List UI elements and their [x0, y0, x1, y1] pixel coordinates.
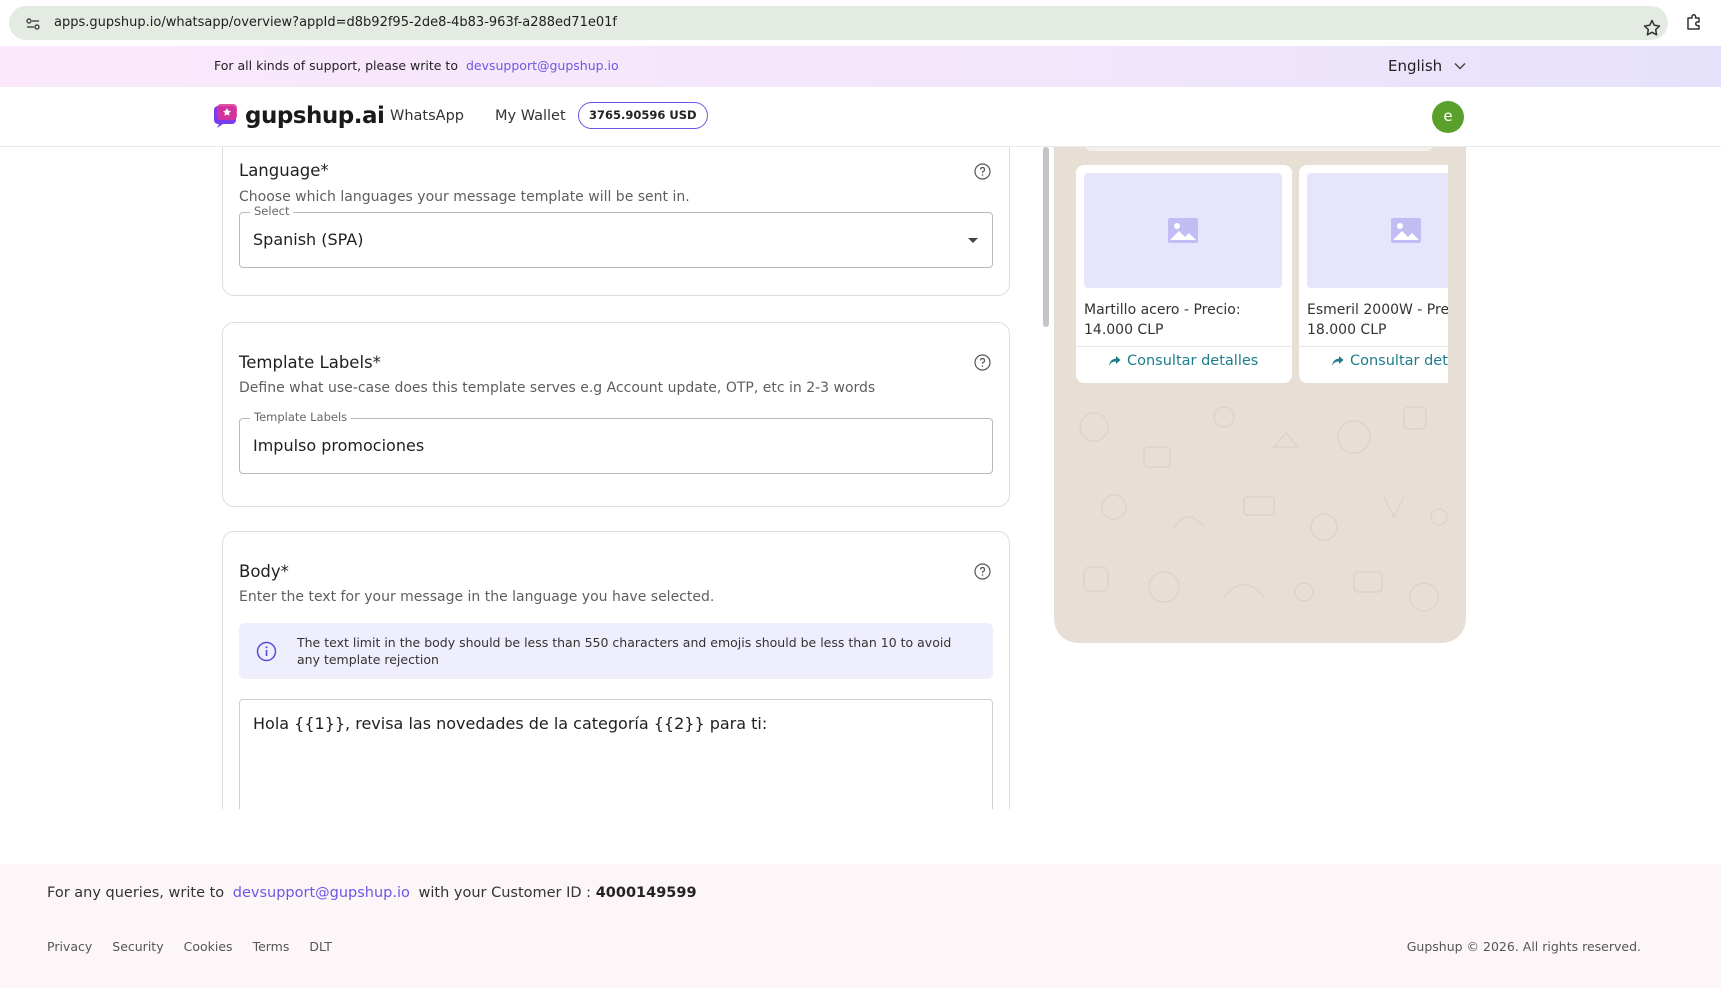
language-title: Language*	[239, 161, 329, 180]
body-textarea[interactable]: Hola {{1}}, revisa las novedades de la c…	[239, 699, 993, 809]
footer-link-cookies[interactable]: Cookies	[184, 939, 233, 954]
body-info-notice: The text limit in the body should be les…	[239, 623, 993, 679]
browser-toolbar: apps.gupshup.io/whatsapp/overview?appId=…	[0, 0, 1721, 46]
support-text: For all kinds of support, please write t…	[214, 58, 458, 73]
card-price: 14.000 CLP	[1084, 322, 1164, 338]
logo-mark-icon	[214, 104, 237, 128]
carousel[interactable]: Martillo acero - Precio: 14.000 CLP Cons…	[1076, 165, 1448, 383]
template-labels-card: Template Labels* Define what use-case do…	[222, 322, 1010, 507]
footer-email-link[interactable]: devsupport@gupshup.io	[233, 885, 410, 901]
previous-message-strip	[1084, 147, 1434, 151]
footer-link-security[interactable]: Security	[112, 939, 163, 954]
language-select-value: Spanish (SPA)	[253, 230, 364, 249]
support-email-link[interactable]: devsupport@gupshup.io	[466, 58, 619, 73]
language-description: Choose which languages your message temp…	[239, 189, 690, 205]
card-title: Martillo acero - Precio:	[1084, 302, 1241, 318]
forward-arrow-icon	[1109, 356, 1121, 366]
help-icon[interactable]	[974, 163, 991, 180]
button-label: Consultar detalles	[1127, 353, 1259, 369]
scrollbar-thumb[interactable]	[1043, 147, 1049, 327]
consultar-detalles-button[interactable]: Consultar detalles	[1331, 353, 1448, 369]
address-bar[interactable]: apps.gupshup.io/whatsapp/overview?appId=…	[9, 6, 1668, 40]
card-title: Esmeril 2000W - Precio:	[1307, 302, 1448, 318]
footer-query-suffix: with your Customer ID :	[418, 885, 592, 901]
language-card: Language* Choose which languages your me…	[222, 147, 1010, 296]
template-labels-value: Impulso promociones	[253, 436, 425, 455]
template-labels-title: Template Labels*	[239, 353, 381, 372]
card-image-placeholder	[1307, 173, 1448, 288]
page-footer: For any queries, write to devsupport@gup…	[0, 864, 1721, 988]
logo-text: gupshup.ai	[245, 103, 385, 129]
template-labels-input[interactable]: Template Labels Impulso promociones	[239, 410, 993, 474]
body-card: Body* Enter the text for your message in…	[222, 531, 1010, 809]
body-text-value: Hola {{1}}, revisa las novedades de la c…	[253, 714, 768, 733]
forward-arrow-icon	[1332, 356, 1344, 366]
footer-links: Privacy Security Cookies Terms DLT	[47, 939, 332, 954]
footer-query-prefix: For any queries, write to	[47, 885, 225, 901]
copyright-text: Gupshup © 2026. All rights reserved.	[1406, 939, 1641, 954]
user-avatar[interactable]: e	[1432, 101, 1464, 133]
main-content: Language* Choose which languages your me…	[0, 147, 1721, 809]
site-settings-icon[interactable]	[25, 16, 41, 32]
extensions-icon[interactable]	[1684, 12, 1704, 32]
footer-link-dlt[interactable]: DLT	[309, 939, 332, 954]
support-banner: For all kinds of support, please write t…	[0, 46, 1721, 87]
help-icon[interactable]	[974, 563, 991, 580]
divider	[1299, 346, 1448, 347]
footer-link-privacy[interactable]: Privacy	[47, 939, 92, 954]
button-label: Consultar detalles	[1350, 353, 1448, 369]
dropdown-arrow-icon	[968, 238, 978, 243]
consultar-detalles-button[interactable]: Consultar detalles	[1108, 353, 1258, 369]
gupshup-logo[interactable]: gupshup.ai	[213, 103, 385, 129]
app-header: gupshup.ai WhatsApp My Wallet 3765.90596…	[0, 87, 1721, 147]
customer-id: 4000149599	[595, 885, 697, 901]
image-placeholder-icon	[1391, 218, 1421, 243]
nav-my-wallet[interactable]: My Wallet	[495, 108, 566, 124]
image-placeholder-icon	[1168, 218, 1198, 243]
bookmark-star-icon[interactable]	[1642, 18, 1662, 38]
whatsapp-preview: Martillo acero - Precio: 14.000 CLP Cons…	[1054, 147, 1466, 643]
wallet-balance-badge[interactable]: 3765.90596 USD	[578, 102, 708, 129]
body-description: Enter the text for your message in the l…	[239, 589, 715, 605]
divider	[1076, 346, 1292, 347]
help-icon[interactable]	[974, 354, 991, 371]
template-labels-description: Define what use-case does this template …	[239, 380, 876, 396]
language-select-label: Select	[250, 204, 294, 218]
language-selector[interactable]: English	[1388, 57, 1466, 75]
carousel-card: Esmeril 2000W - Precio: 18.000 CLP Consu…	[1299, 165, 1448, 383]
card-image-placeholder	[1084, 173, 1282, 288]
nav-whatsapp[interactable]: WhatsApp	[390, 108, 464, 124]
footer-link-terms[interactable]: Terms	[253, 939, 290, 954]
info-icon	[256, 641, 277, 662]
body-info-text: The text limit in the body should be les…	[297, 635, 952, 667]
chevron-down-icon	[1454, 62, 1466, 70]
language-label: English	[1388, 57, 1443, 75]
carousel-card: Martillo acero - Precio: 14.000 CLP Cons…	[1076, 165, 1292, 383]
body-title: Body*	[239, 562, 289, 581]
url-text[interactable]: apps.gupshup.io/whatsapp/overview?appId=…	[54, 15, 617, 30]
template-labels-field-label: Template Labels	[250, 410, 352, 424]
language-select[interactable]: Select Spanish (SPA)	[239, 204, 993, 268]
card-price: 18.000 CLP	[1307, 322, 1387, 338]
